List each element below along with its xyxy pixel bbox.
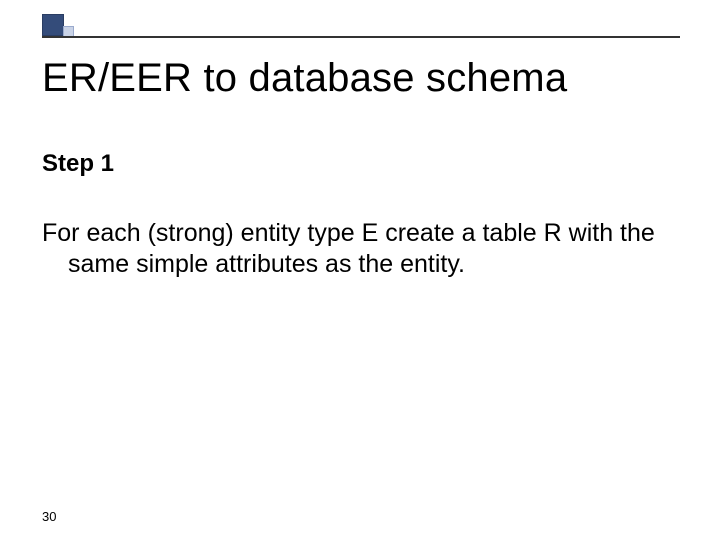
slide-decoration [42, 14, 74, 36]
body-paragraph: For each (strong) entity type E create a… [42, 218, 680, 281]
horizontal-rule [42, 36, 680, 38]
page-number: 30 [42, 509, 56, 524]
decoration-square-large [42, 14, 64, 36]
step-heading: Step 1 [42, 150, 114, 178]
slide-title: ER/EER to database schema [42, 56, 680, 101]
